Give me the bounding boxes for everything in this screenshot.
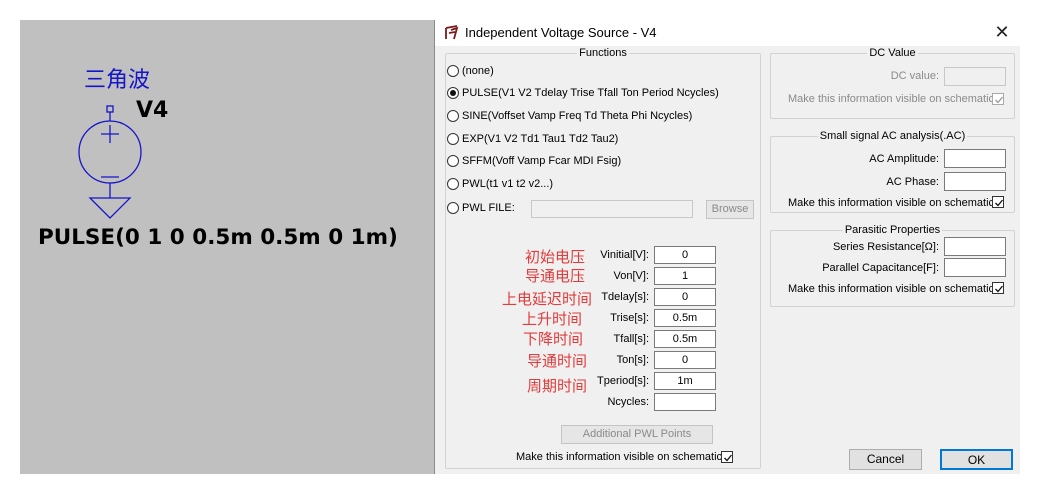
tperiod-input[interactable]: 1m <box>654 372 716 390</box>
param-label-ncycles: Ncycles: <box>607 396 649 408</box>
tdelay-input[interactable]: 0 <box>654 288 716 306</box>
voltage-source-dialog: Independent Voltage Source - V4 ✕ Functi… <box>434 20 1021 474</box>
param-annotation: 下降时间 <box>522 330 583 348</box>
radio-button-icon[interactable] <box>447 202 459 214</box>
radio-label: SFFM(Voff Vamp Fcar MDI Fsig) <box>462 155 622 167</box>
param-label-ton: Ton[s]: <box>616 354 649 366</box>
dc-value-label: DC value: <box>890 70 939 82</box>
checkmark-icon <box>995 285 1004 293</box>
ac-phase-input[interactable] <box>944 172 1006 191</box>
ac-analysis-legend: Small signal AC analysis(.AC) <box>819 130 966 142</box>
ton-input[interactable]: 0 <box>654 351 716 369</box>
ac-phase-label: AC Phase: <box>886 176 939 188</box>
radio-pwl-file[interactable]: PWL FILE: <box>447 202 515 214</box>
parasitic-legend: Parasitic Properties <box>844 224 941 236</box>
functions-legend: Functions <box>579 47 627 59</box>
app-icon <box>444 25 460 41</box>
screenshot-root: 三角波 V4 PULSE(0 1 0 0.5m 0.5m 0 1m) Indep… <box>0 0 1040 494</box>
dc-value-legend: DC Value <box>869 47 916 59</box>
pin-marker-icon <box>106 105 114 113</box>
ac-amplitude-label: AC Amplitude: <box>869 153 939 165</box>
browse-button[interactable]: Browse <box>706 200 754 219</box>
param-annotation: 上升时间 <box>521 310 582 328</box>
parasitic-visible-label: Make this information visible on schemat… <box>788 283 998 295</box>
param-annotation: 周期时间 <box>526 377 587 395</box>
param-label-tfall: Tfall[s]: <box>613 333 649 345</box>
ac-visible-label: Make this information visible on schemat… <box>788 197 998 209</box>
radio-none[interactable]: (none) <box>447 65 494 77</box>
schematic-canvas[interactable]: 三角波 V4 PULSE(0 1 0 0.5m 0.5m 0 1m) <box>20 20 434 474</box>
radio-button-selected-icon[interactable] <box>447 87 459 99</box>
radio-pwl[interactable]: PWL(t1 v1 t2 v2...) <box>447 178 553 190</box>
dialog-title: Independent Voltage Source - V4 <box>465 25 657 40</box>
radio-pulse[interactable]: PULSE(V1 V2 Tdelay Trise Tfall Ton Perio… <box>447 87 719 99</box>
radio-button-icon[interactable] <box>447 178 459 190</box>
pwl-file-input[interactable] <box>531 200 693 218</box>
series-resistance-label: Series Resistance[Ω]: <box>832 241 939 253</box>
param-label-trise: Trise[s]: <box>610 312 649 324</box>
parallel-capacitance-label: Parallel Capacitance[F]: <box>822 262 939 274</box>
radio-button-icon[interactable] <box>447 155 459 167</box>
ncycles-input[interactable] <box>654 393 716 411</box>
schematic-annotation-text: 三角波 <box>84 68 151 93</box>
ac-visible-checkbox[interactable] <box>992 196 1004 208</box>
cancel-button[interactable]: Cancel <box>849 449 922 470</box>
param-label-tperiod: Tperiod[s]: <box>597 375 649 387</box>
ground-symbol-icon <box>88 197 132 219</box>
param-label-tdelay: Tdelay[s]: <box>601 291 649 303</box>
radio-button-icon[interactable] <box>447 133 459 145</box>
dc-visible-label: Make this information visible on schemat… <box>788 93 998 105</box>
param-annotation: 初始电压 <box>524 248 585 266</box>
vinitial-input[interactable]: 0 <box>654 246 716 264</box>
source-value-label[interactable]: PULSE(0 1 0 0.5m 0.5m 0 1m) <box>38 225 398 250</box>
radio-button-icon[interactable] <box>447 110 459 122</box>
checkmark-icon <box>995 199 1004 207</box>
param-annotation: 导通时间 <box>526 352 587 370</box>
checkmark-icon <box>995 96 1004 104</box>
ok-button[interactable]: OK <box>940 449 1013 470</box>
voltage-source-symbol[interactable] <box>70 103 150 223</box>
ac-amplitude-input[interactable] <box>944 149 1006 168</box>
radio-label: PWL(t1 v1 t2 v2...) <box>462 178 554 190</box>
functions-visible-checkbox[interactable] <box>721 451 733 463</box>
radio-label: (none) <box>462 65 494 77</box>
radio-label: PULSE(V1 V2 Tdelay Trise Tfall Ton Perio… <box>462 87 719 99</box>
parallel-capacitance-input[interactable] <box>944 258 1006 277</box>
radio-sffm[interactable]: SFFM(Voff Vamp Fcar MDI Fsig) <box>447 155 621 167</box>
von-input[interactable]: 1 <box>654 267 716 285</box>
functions-visible-label: Make this information visible on schemat… <box>516 451 726 463</box>
param-annotation: 上电延迟时间 <box>501 290 592 308</box>
dc-value-input[interactable] <box>944 67 1006 86</box>
dialog-titlebar[interactable]: Independent Voltage Source - V4 ✕ <box>435 20 1021 46</box>
param-label-vinitial: Vinitial[V]: <box>600 249 649 261</box>
dc-visible-checkbox[interactable] <box>992 93 1004 105</box>
radio-label: SINE(Voffset Vamp Freq Td Theta Phi Ncyc… <box>462 110 693 122</box>
additional-pwl-button[interactable]: Additional PWL Points <box>561 425 713 444</box>
radio-sine[interactable]: SINE(Voffset Vamp Freq Td Theta Phi Ncyc… <box>447 110 692 122</box>
trise-input[interactable]: 0.5m <box>654 309 716 327</box>
tfall-input[interactable]: 0.5m <box>654 330 716 348</box>
radio-label: EXP(V1 V2 Td1 Tau1 Td2 Tau2) <box>462 133 619 145</box>
radio-button-icon[interactable] <box>447 65 459 77</box>
close-icon[interactable]: ✕ <box>991 21 1013 43</box>
radio-label: PWL FILE: <box>462 202 515 214</box>
parasitic-visible-checkbox[interactable] <box>992 282 1004 294</box>
radio-exp[interactable]: EXP(V1 V2 Td1 Tau1 Td2 Tau2) <box>447 133 618 145</box>
series-resistance-input[interactable] <box>944 237 1006 256</box>
param-label-von: Von[V]: <box>613 270 649 282</box>
checkmark-icon <box>724 454 733 462</box>
param-annotation: 导通电压 <box>524 267 585 285</box>
